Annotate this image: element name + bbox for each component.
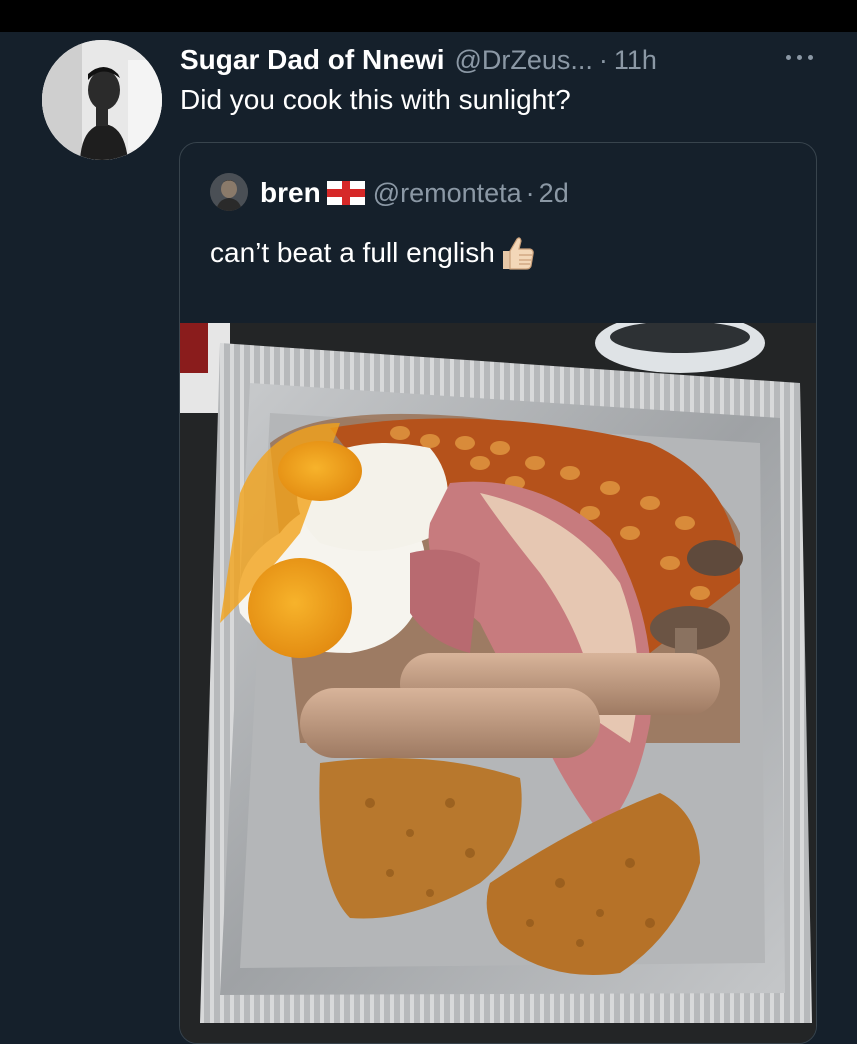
england-flag-icon [326, 181, 365, 205]
more-horizontal-icon[interactable] [780, 46, 820, 66]
tweet-text: Did you cook this with sunlight? [180, 84, 571, 115]
quoted-handle[interactable]: @remonteta [373, 178, 522, 209]
status-bar [0, 0, 857, 32]
author-display-name[interactable]: Sugar Dad of Nnewi [180, 44, 444, 76]
author-handle[interactable]: @DrZeus... [454, 45, 592, 76]
quoted-tweet[interactable]: bren @remonteta · 2d can’t beat a full e… [179, 142, 817, 1044]
tweet-header: Sugar Dad of Nnewi @DrZeus... · 11h [180, 42, 657, 78]
tweet[interactable]: Sugar Dad of Nnewi @DrZeus... · 11h Did … [0, 32, 857, 1044]
quoted-display-name[interactable]: bren [260, 177, 321, 209]
quoted-timestamp[interactable]: 2d [539, 178, 569, 209]
author-avatar[interactable] [42, 40, 162, 160]
separator-dot: · [598, 44, 608, 75]
tweet-timestamp[interactable]: 11h [614, 45, 657, 76]
quoted-author-avatar[interactable] [210, 173, 248, 211]
quoted-tweet-header: bren @remonteta · 2d [260, 175, 569, 211]
quoted-separator-dot: · [525, 177, 535, 208]
quoted-tweet-text: can’t beat a full english [210, 237, 495, 268]
full-english-breakfast-photo[interactable] [180, 313, 816, 1043]
quoted-tweet-text-row: can’t beat a full english [210, 233, 537, 273]
thumbs-up-icon [497, 233, 537, 273]
